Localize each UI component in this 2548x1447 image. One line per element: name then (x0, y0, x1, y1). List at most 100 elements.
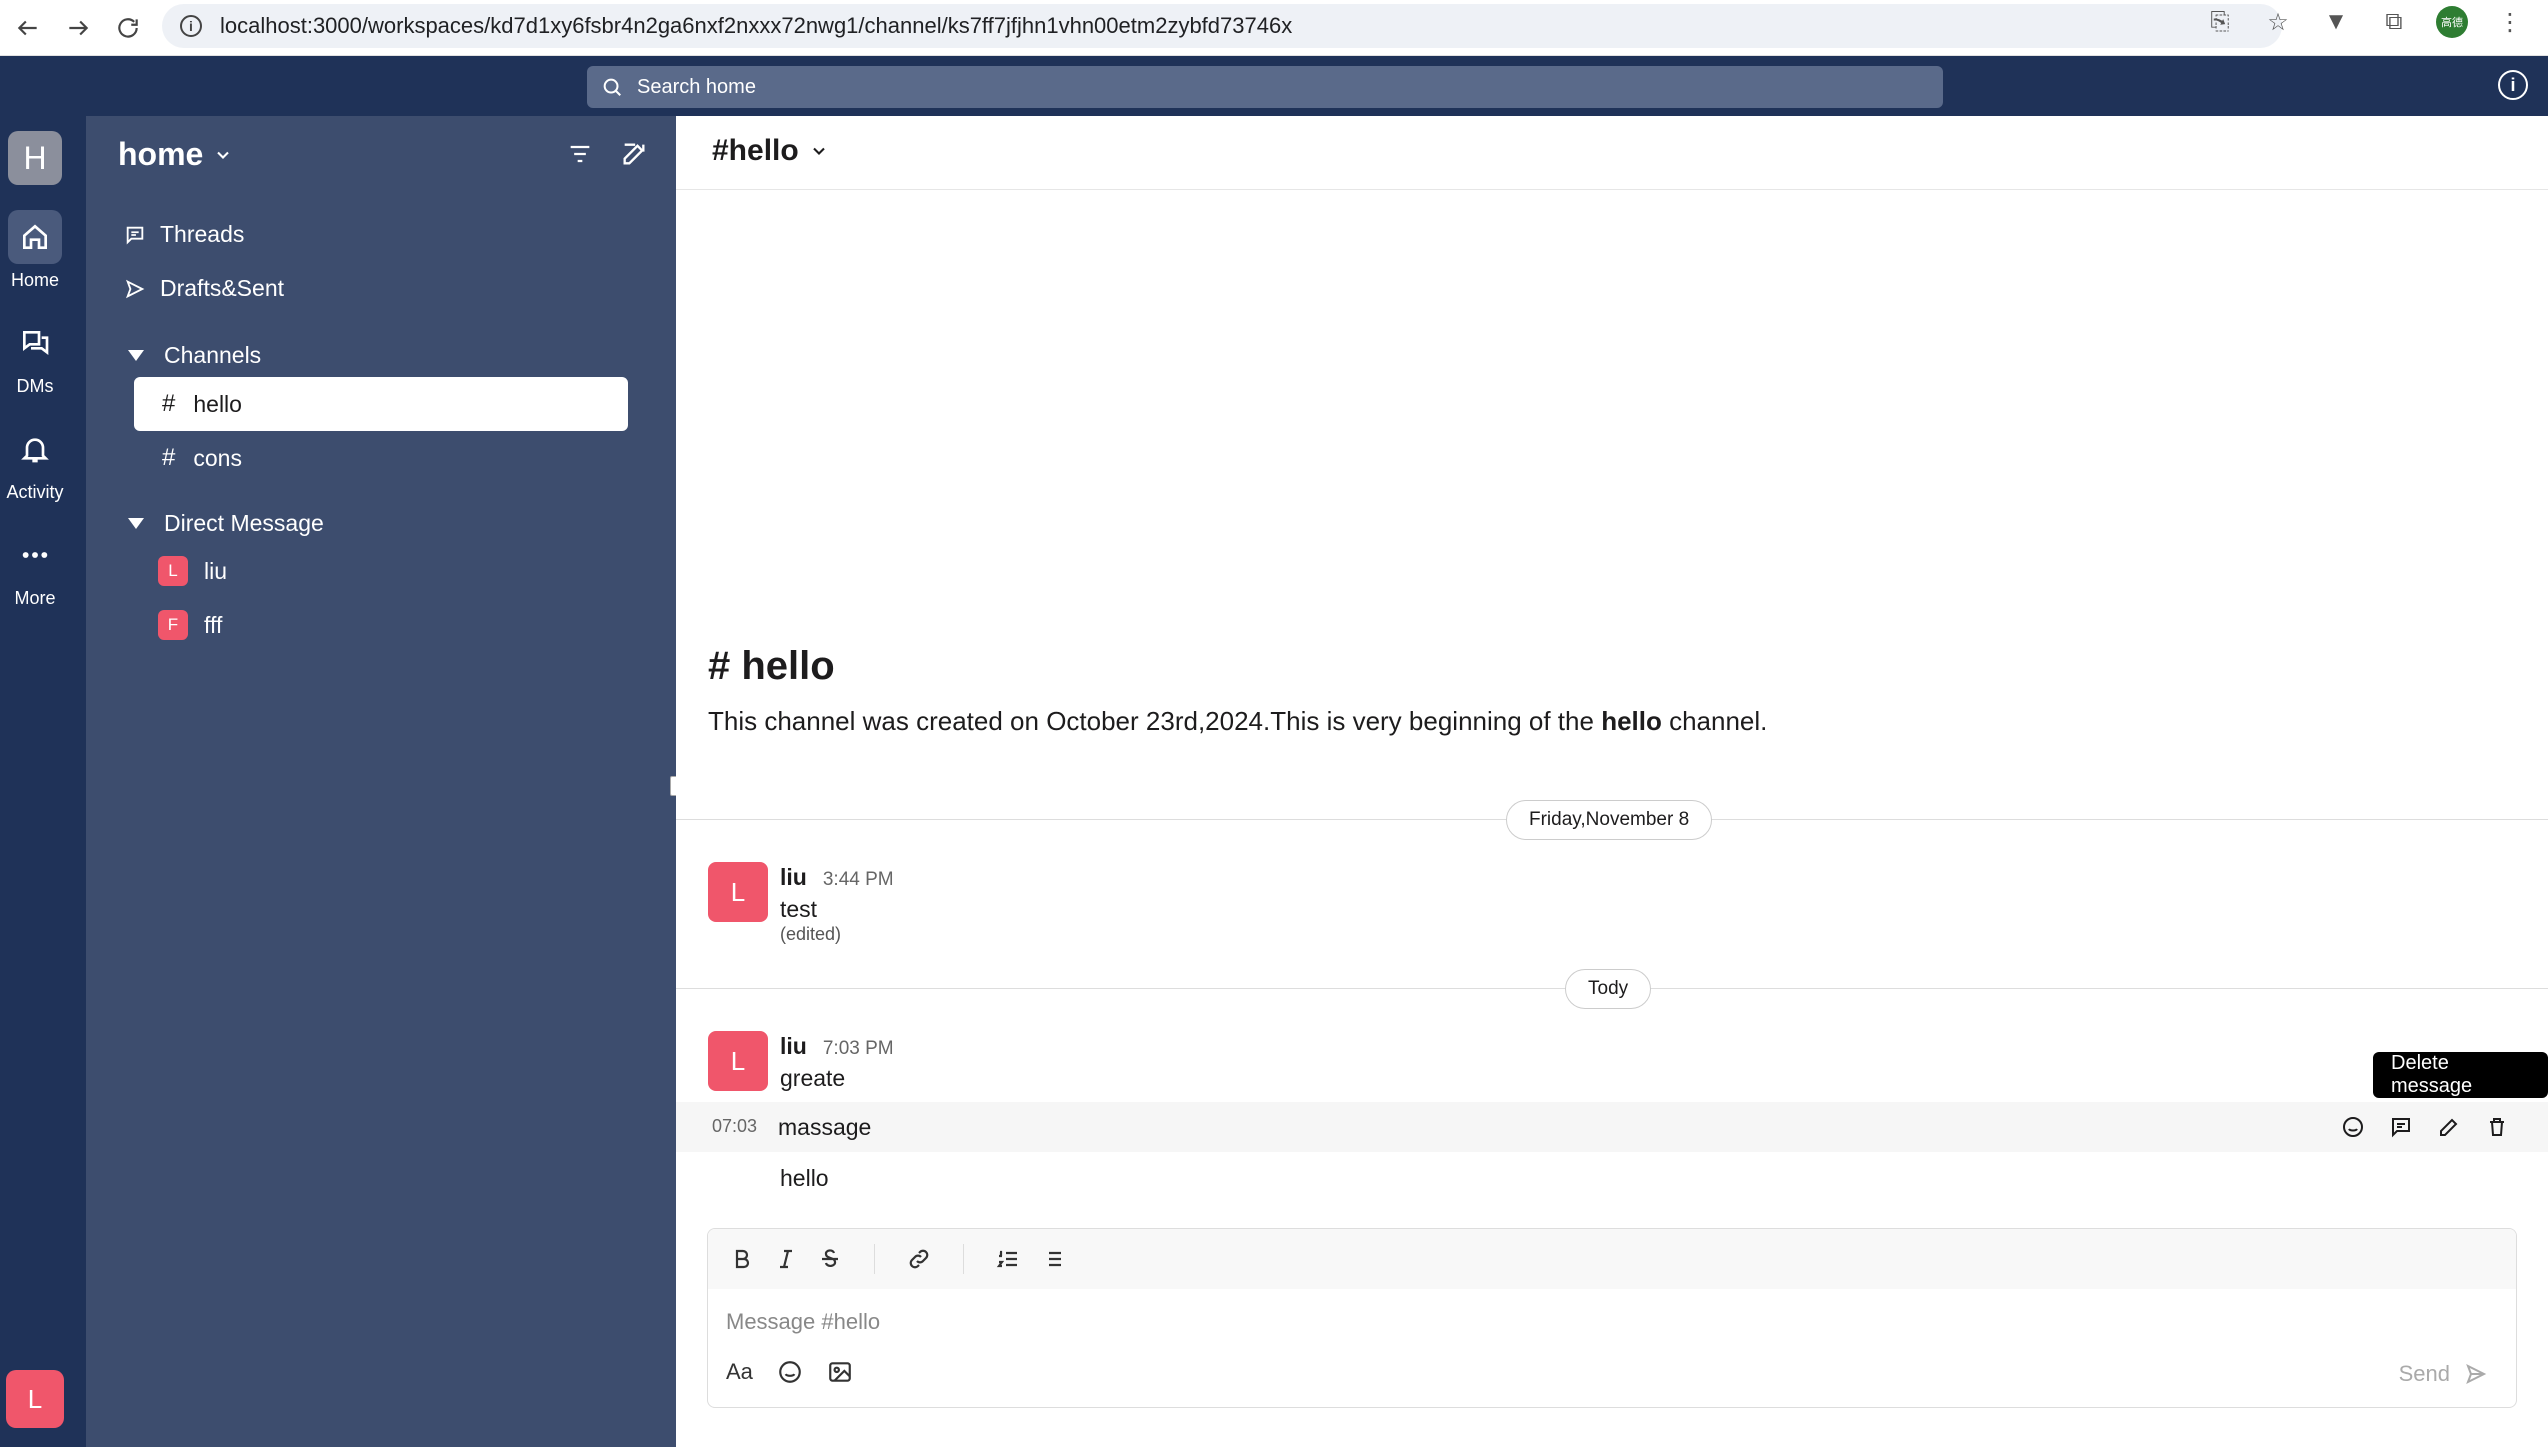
search-placeholder: Search home (637, 75, 756, 98)
rail-dms-label: DMs (16, 376, 54, 396)
channel-intro-title: # hello (708, 644, 835, 688)
delete-message-button[interactable] (2482, 1112, 2512, 1142)
sidebar-channel-hello[interactable]: # hello (134, 377, 628, 431)
rail-item-activity[interactable]: Activity (0, 422, 70, 503)
send-button[interactable]: Send (2399, 1361, 2488, 1387)
site-info-icon[interactable]: i (180, 15, 202, 37)
message-actions (2328, 1102, 2522, 1152)
send-icon (125, 279, 145, 298)
message-text: hello (780, 1165, 829, 1191)
rail-activity-label: Activity (6, 482, 64, 502)
format-toolbar (708, 1229, 2516, 1289)
italic-icon (780, 1249, 792, 1269)
composer-tools: Aa (726, 1359, 853, 1385)
link-button[interactable] (905, 1245, 933, 1273)
hash-icon: # (162, 444, 176, 471)
sidebar-item-threads[interactable]: Threads (124, 221, 244, 248)
trash-icon (2490, 1118, 2504, 1136)
bold-button[interactable] (728, 1245, 756, 1273)
message-author[interactable]: liu (780, 864, 807, 891)
bookmark-star-icon[interactable]: ☆ (2262, 6, 2294, 38)
ordered-list-icon (996, 1250, 1017, 1268)
browser-actions: ⎘ ☆ ▼ ⧉ 高德 ⋮ (2204, 6, 2526, 38)
emoji-icon (2343, 1117, 2363, 1137)
sidebar-channel-cons[interactable]: # cons (134, 431, 628, 485)
channel-title: #hello (712, 134, 799, 167)
back-button[interactable] (6, 6, 50, 50)
avatar[interactable]: L (708, 862, 768, 922)
url-text[interactable]: localhost:3000/workspaces/kd7d1xy6fsbr4n… (220, 13, 1292, 39)
strike-button[interactable] (816, 1245, 844, 1273)
channels-section-toggle[interactable]: Channels (128, 342, 261, 369)
sidebar-item-drafts[interactable]: Drafts&Sent (124, 275, 284, 302)
intro-channel-name: hello (1601, 706, 1662, 736)
channels-section-label: Channels (164, 342, 262, 368)
dm-section-toggle[interactable]: Direct Message (128, 510, 324, 537)
date-pill[interactable]: Friday,November 8 (1506, 800, 1713, 840)
format-toggle-button[interactable]: Aa (726, 1359, 753, 1385)
date-pill[interactable]: Tody (1565, 969, 1652, 1009)
browser-menu-icon[interactable]: ⋮ (2494, 6, 2526, 38)
message-composer: Message #hello Aa Send (707, 1228, 2517, 1408)
ordered-list-button[interactable] (994, 1245, 1022, 1273)
user-avatar[interactable]: L (6, 1370, 64, 1428)
drafts-label: Drafts&Sent (160, 275, 284, 301)
italic-button[interactable] (772, 1245, 800, 1273)
message-meta: liu 7:03 PM (780, 1033, 894, 1060)
ellipsis-icon (22, 552, 48, 558)
thread-icon (2392, 1118, 2410, 1138)
dm-name: fff (204, 611, 223, 638)
chevron-down-icon (812, 147, 825, 155)
message-author[interactable]: liu (780, 1033, 807, 1060)
message-text: massage (778, 1114, 872, 1140)
filter-icon[interactable] (566, 140, 594, 168)
message-text: greate (780, 1065, 846, 1091)
message-text: test (780, 896, 818, 922)
extension-v-icon[interactable]: ▼ (2320, 6, 2352, 38)
add-reaction-button[interactable] (2338, 1112, 2368, 1142)
link-icon (909, 1249, 929, 1269)
channel-title-button[interactable]: #hello (712, 134, 829, 168)
rail-item-home[interactable]: Home (0, 210, 70, 291)
compose-icon[interactable] (620, 140, 648, 168)
reply-thread-button[interactable] (2386, 1112, 2416, 1142)
rail-home-label: Home (10, 270, 59, 290)
intro-prefix: This channel was created on October 23rd… (708, 706, 1602, 736)
workspace-avatar[interactable]: H (8, 131, 62, 185)
workspace-switcher[interactable]: home (118, 136, 233, 173)
rail-item-more[interactable]: More (0, 528, 70, 609)
profile-avatar[interactable]: 高德 (2436, 6, 2468, 38)
pencil-icon (2440, 1118, 2458, 1136)
channel-sidebar: home Threads Drafts&Sent Channels # hell… (86, 116, 676, 1447)
message-input[interactable]: Message #hello (726, 1309, 880, 1335)
image-upload-button[interactable] (827, 1359, 853, 1385)
address-bar[interactable]: i localhost:3000/workspaces/kd7d1xy6fsbr… (162, 4, 2282, 48)
strikethrough-icon (822, 1249, 838, 1268)
bold-icon (735, 1249, 750, 1269)
info-icon[interactable]: i (2498, 70, 2528, 100)
bullet-list-button[interactable] (1038, 1245, 1066, 1273)
extensions-puzzle-icon[interactable]: ⧉ (2378, 6, 2410, 38)
bell-icon (21, 438, 49, 463)
forward-button[interactable] (56, 6, 100, 50)
message-time: 7:03 PM (822, 1038, 894, 1059)
browser-toolbar: i localhost:3000/workspaces/kd7d1xy6fsbr… (0, 0, 2548, 56)
hash-icon: # (162, 390, 176, 417)
rail-item-dms[interactable]: DMs (0, 316, 70, 397)
threads-icon (126, 226, 144, 245)
avatar[interactable]: L (708, 1031, 768, 1091)
translate-icon[interactable]: ⎘ (2204, 6, 2236, 38)
reload-button[interactable] (106, 6, 150, 50)
sidebar-dm-fff[interactable]: F fff (158, 610, 222, 640)
rail-more-label: More (14, 588, 56, 608)
workspace-rail: H Home DMs Activity More L (0, 116, 86, 1447)
channel-main: #hello # hello This channel was created … (676, 116, 2548, 1447)
emoji-button[interactable] (777, 1359, 803, 1385)
search-input[interactable]: Search home (587, 66, 1943, 108)
chevron-down-icon (217, 151, 230, 159)
tooltip: Delete message (2373, 1052, 2548, 1098)
message-row-hovered[interactable] (676, 1102, 2548, 1152)
sidebar-tools (566, 140, 648, 168)
sidebar-dm-liu[interactable]: L liu (158, 556, 227, 586)
edit-message-button[interactable] (2434, 1112, 2464, 1142)
